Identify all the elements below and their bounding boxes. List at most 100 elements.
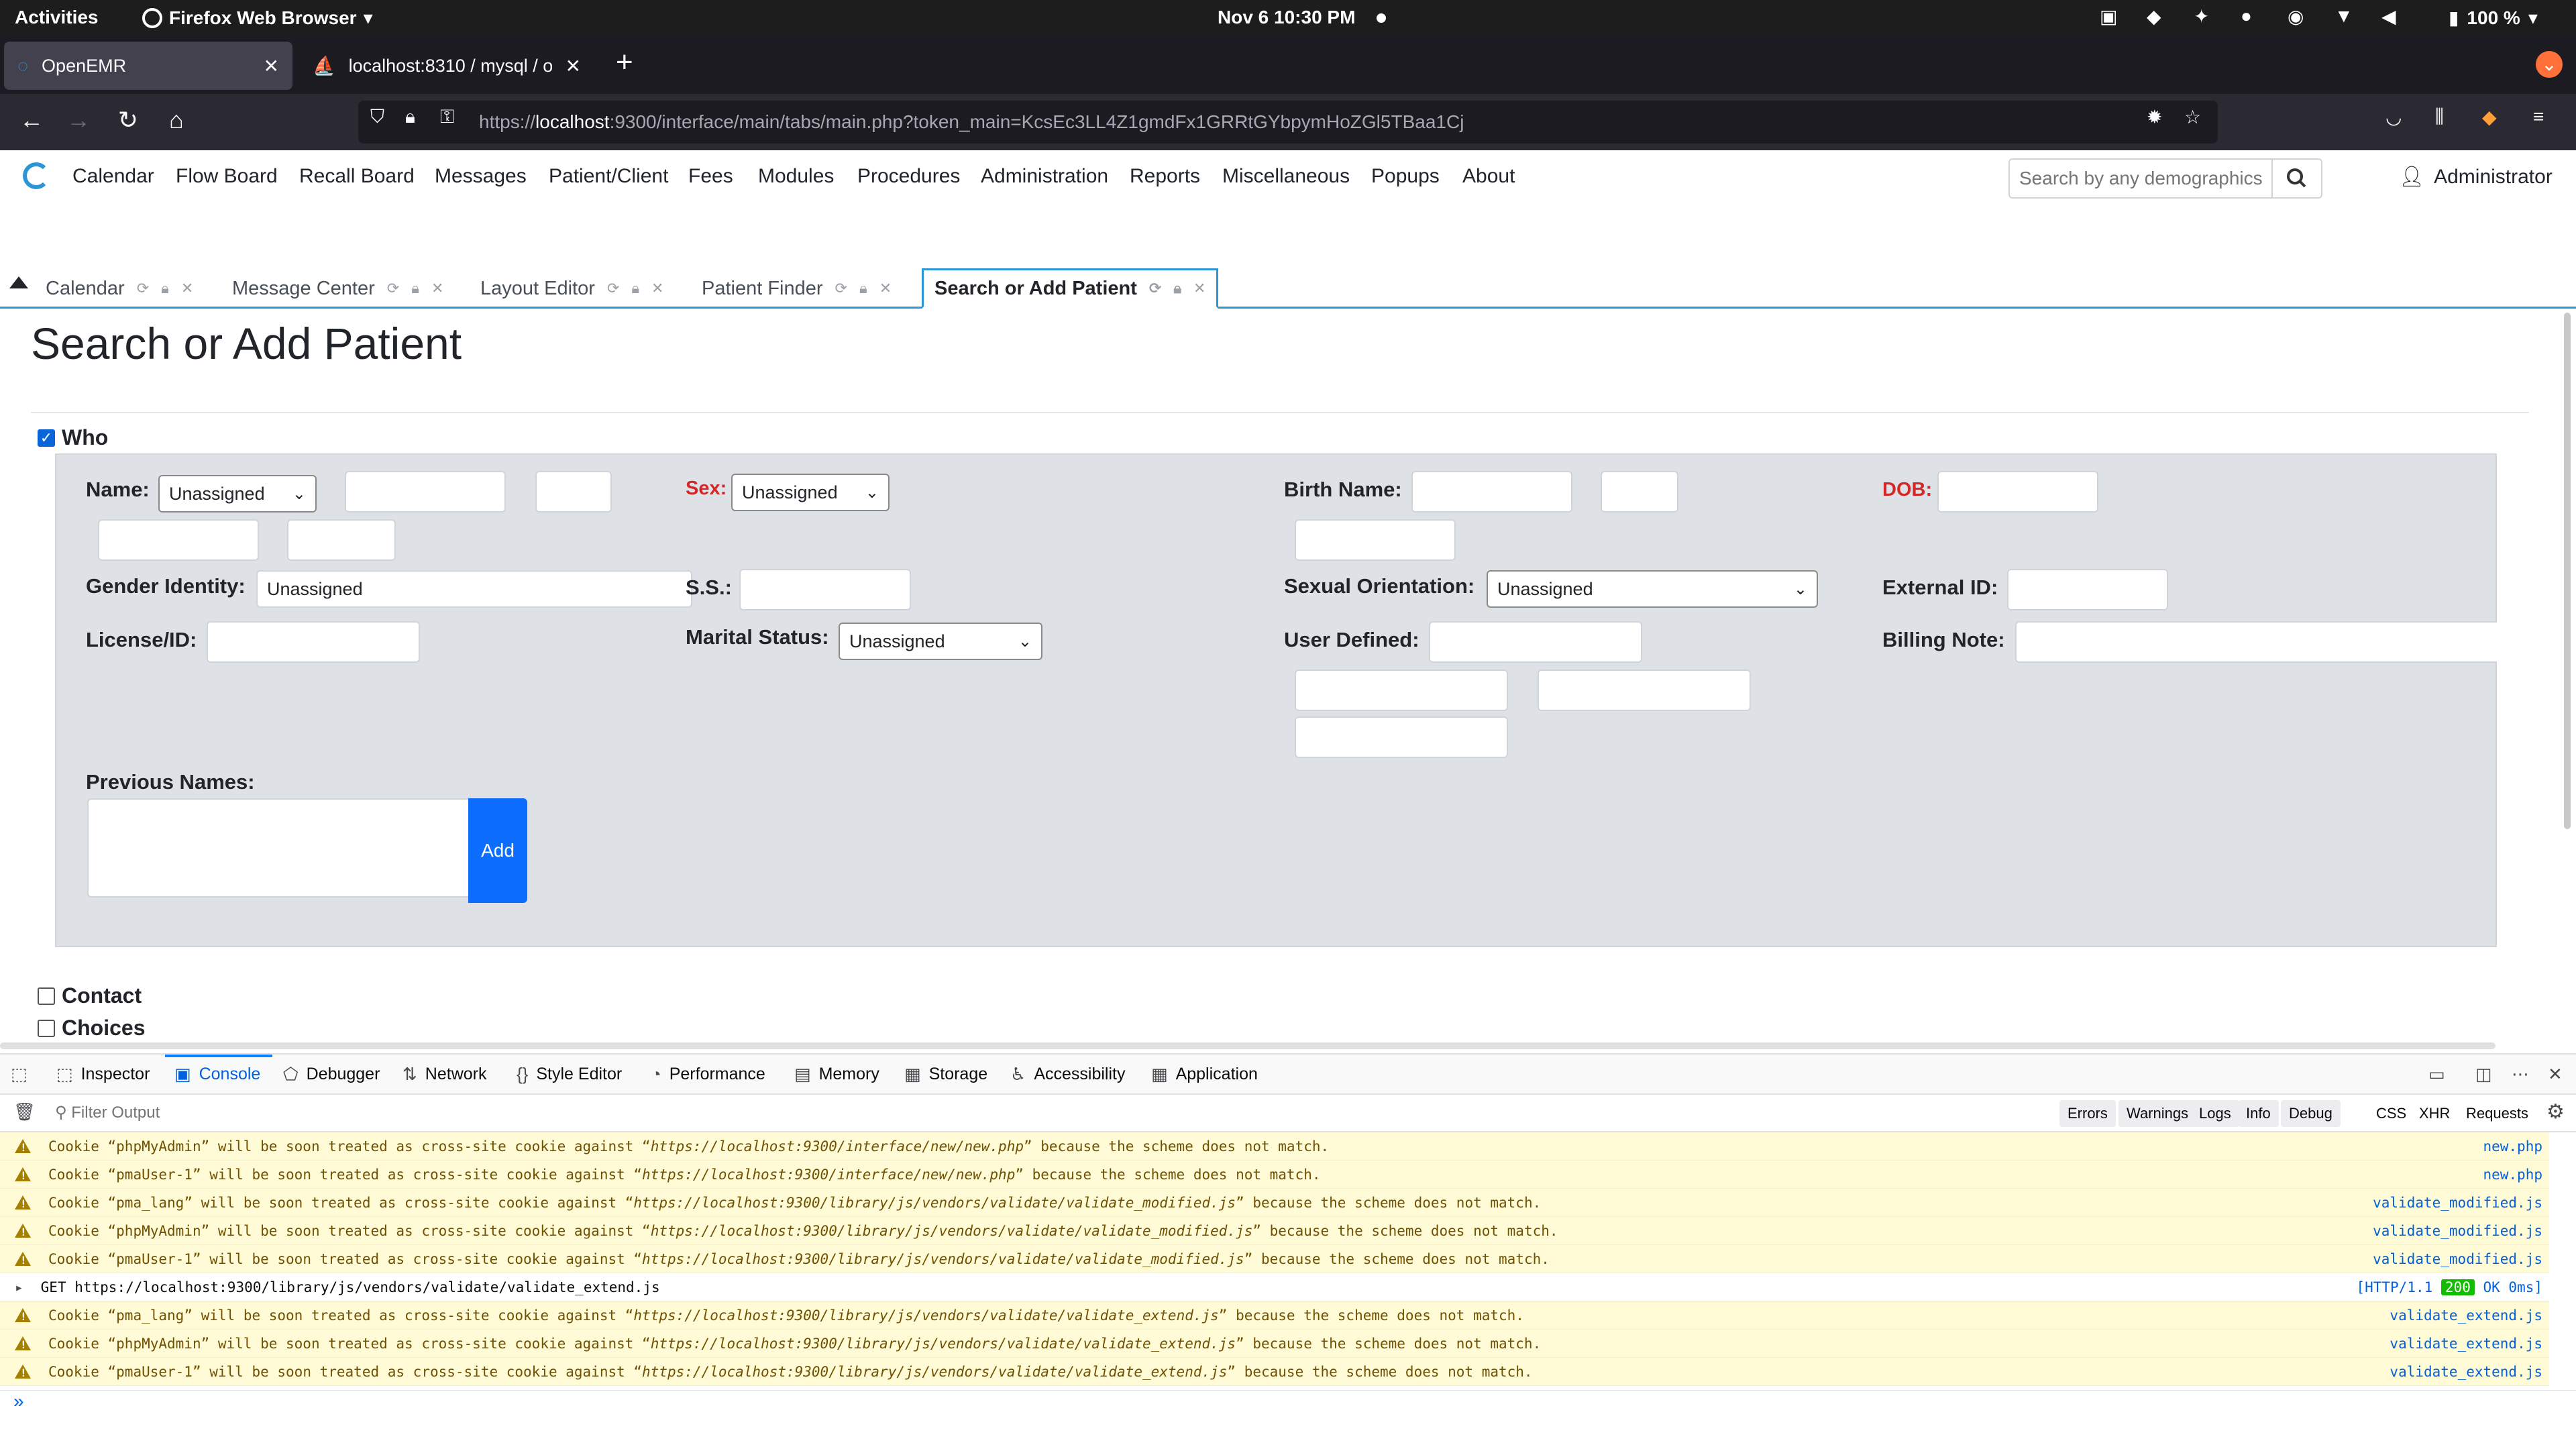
who-section-label[interactable]: Who <box>62 425 108 450</box>
filter-logs-button[interactable]: Logs <box>2191 1100 2239 1127</box>
element-picker-button[interactable]: ⬚ <box>11 1064 28 1085</box>
activities-button[interactable]: Activities <box>15 7 99 28</box>
birth-middle-name-input[interactable] <box>1601 471 1678 513</box>
contact-section-label[interactable]: Contact <box>62 983 142 1008</box>
sexual-orientation-select[interactable]: Unassigned ⌄ <box>1487 570 1818 608</box>
source-link[interactable]: validate_extend.js <box>2390 1336 2542 1352</box>
user-defined-2-input[interactable] <box>1295 669 1508 711</box>
tab-console[interactable]: ▣ Console <box>174 1064 260 1085</box>
forward-button[interactable]: → <box>62 106 95 134</box>
lock-icon[interactable]: 🔒︎ <box>161 280 169 297</box>
wifi-icon[interactable]: ▼ <box>2334 5 2355 26</box>
split-console-button[interactable]: ▭ <box>2428 1064 2445 1085</box>
close-icon[interactable]: ✕ <box>264 55 279 77</box>
dob-input[interactable] <box>1937 471 2098 513</box>
console-network-request[interactable]: ▸ GET https://localhost:9300/library/js/… <box>0 1273 2549 1301</box>
ss-input[interactable] <box>739 569 911 610</box>
browser-tab-openemr[interactable]: ◌ OpenEMR ✕ <box>4 42 292 90</box>
close-icon[interactable]: ✕ <box>651 280 663 297</box>
billing-note-input[interactable] <box>2015 621 2497 663</box>
choices-section-checkbox[interactable] <box>38 1020 55 1037</box>
lock-icon[interactable]: 🔒︎ <box>1173 280 1181 297</box>
add-previous-name-button[interactable]: Add <box>468 798 527 903</box>
devtools-close-button[interactable]: ✕ <box>2548 1064 2563 1085</box>
dropbox-icon[interactable]: ◆ <box>2147 5 2167 27</box>
menu-administration[interactable]: Administration <box>981 165 1108 188</box>
clock[interactable]: Nov 6 10:30 PM <box>1218 7 1355 28</box>
filter-output-input[interactable]: ⚲ Filter Output <box>55 1103 160 1122</box>
menu-fees[interactable]: Fees <box>688 165 733 188</box>
close-icon[interactable]: ✕ <box>1193 280 1205 297</box>
console-message[interactable]: Cookie “phpMyAdmin” will be soon treated… <box>0 1132 2549 1161</box>
tab-calendar[interactable]: Calendar ⟳ 🔒︎ ✕ <box>35 268 204 309</box>
last-name-input[interactable] <box>98 519 259 561</box>
lock-icon[interactable]: 🔒︎ <box>859 280 867 297</box>
console-message[interactable]: Cookie “pmaUser-1” will be soon treated … <box>0 1161 2549 1189</box>
name-suffix-input[interactable] <box>287 519 396 561</box>
volume-icon[interactable]: ◀ <box>2381 5 2402 27</box>
contact-section-checkbox[interactable] <box>38 987 55 1005</box>
marital-status-select[interactable]: Unassigned ⌄ <box>839 623 1042 660</box>
menu-messages[interactable]: Messages <box>435 165 527 188</box>
console-message[interactable]: Cookie “pma_lang” will be soon treated a… <box>0 1189 2549 1217</box>
source-link[interactable]: validate_modified.js <box>2373 1195 2542 1211</box>
list-all-tabs-button[interactable]: ⌄ <box>2536 51 2563 78</box>
tab-performance[interactable]: ◔ Performance <box>651 1064 765 1085</box>
devtools-more-button[interactable]: ⋯ <box>2512 1064 2529 1085</box>
menu-reports[interactable]: Reports <box>1130 165 1200 188</box>
middle-name-input[interactable] <box>535 471 612 513</box>
birth-first-name-input[interactable] <box>1411 471 1572 513</box>
battery-indicator[interactable]: ▮ 100 % ▾ <box>2449 7 2538 29</box>
console-settings-gear-icon[interactable]: ⚙ <box>2546 1100 2565 1124</box>
reload-button[interactable]: ↻ <box>111 106 145 134</box>
extension-fox-icon[interactable]: ◆ <box>2482 106 2497 128</box>
menu-about[interactable]: About <box>1462 165 1515 188</box>
user-defined-3-input[interactable] <box>1538 669 1751 711</box>
demographics-search-input[interactable] <box>2008 158 2273 199</box>
menu-miscellaneous[interactable]: Miscellaneous <box>1222 165 1350 188</box>
url-bar[interactable]: https:// localhost :9300/interface/main/… <box>358 101 2218 144</box>
tab-debugger[interactable]: ⬠ Debugger <box>283 1064 380 1085</box>
hamburger-menu-icon[interactable]: ≡ <box>2533 106 2544 127</box>
filter-errors-button[interactable]: Errors <box>2059 1100 2116 1127</box>
dock-toggle-button[interactable]: ◫ <box>2475 1064 2492 1085</box>
tray-plugin-icon[interactable]: ✦ <box>2194 5 2214 27</box>
console-input[interactable]: » <box>0 1390 2576 1418</box>
birth-last-name-input[interactable] <box>1295 519 1456 561</box>
tab-memory[interactable]: ▤ Memory <box>794 1064 879 1085</box>
menu-flow-board[interactable]: Flow Board <box>176 165 278 188</box>
collapse-tabs-icon[interactable] <box>9 276 28 288</box>
user-defined-1-input[interactable] <box>1429 621 1642 663</box>
lock-icon[interactable]: 🔒︎ <box>405 106 415 128</box>
refresh-icon[interactable]: ⟳ <box>137 280 149 297</box>
bug-icon[interactable]: ✹ <box>2147 106 2162 128</box>
app-menu[interactable]: Firefox Web Browser ▾ <box>142 7 373 29</box>
refresh-icon[interactable]: ⟳ <box>835 280 847 297</box>
tab-layout-editor[interactable]: Layout Editor ⟳ 🔒︎ ✕ <box>470 268 674 309</box>
lock-icon[interactable]: 🔒︎ <box>411 280 419 297</box>
pocket-icon[interactable]: ◡ <box>2385 106 2402 128</box>
gender-identity-select[interactable]: Unassigned <box>256 570 692 608</box>
vertical-scrollbar[interactable] <box>2564 313 2571 829</box>
shield-icon[interactable]: ⛉ <box>370 106 384 128</box>
refresh-icon[interactable]: ⟳ <box>387 280 399 297</box>
bookmark-star-icon[interactable]: ☆ <box>2184 106 2201 128</box>
tab-storage[interactable]: ▦ Storage <box>904 1064 987 1085</box>
console-message[interactable]: Cookie “phpMyAdmin” will be soon treated… <box>0 1330 2549 1358</box>
source-link[interactable]: validate_extend.js <box>2390 1364 2542 1380</box>
first-name-input[interactable] <box>345 471 506 513</box>
expand-arrow-icon[interactable]: ▸ <box>15 1279 23 1295</box>
source-link[interactable]: validate_modified.js <box>2373 1251 2542 1267</box>
filter-debug-button[interactable]: Debug <box>2281 1100 2341 1127</box>
trash-icon[interactable]: 🗑︎ <box>13 1102 36 1122</box>
tray-app-icon[interactable]: ▣ <box>2100 5 2120 27</box>
tab-search-or-add-patient[interactable]: Search or Add Patient ⟳ 🔒︎ ✕ <box>922 268 1219 309</box>
user-defined-4-input[interactable] <box>1295 716 1508 758</box>
external-id-input[interactable] <box>2007 569 2168 610</box>
console-message[interactable]: Cookie “pmaUser-1” will be soon treated … <box>0 1245 2549 1273</box>
menu-popups[interactable]: Popups <box>1371 165 1440 188</box>
tab-inspector[interactable]: ⬚ Inspector <box>56 1064 150 1085</box>
console-message[interactable]: Cookie “pma_lang” will be soon treated a… <box>0 1301 2549 1330</box>
name-title-select[interactable]: Unassigned ⌄ <box>158 475 317 513</box>
source-link[interactable]: new.php <box>2483 1167 2542 1183</box>
